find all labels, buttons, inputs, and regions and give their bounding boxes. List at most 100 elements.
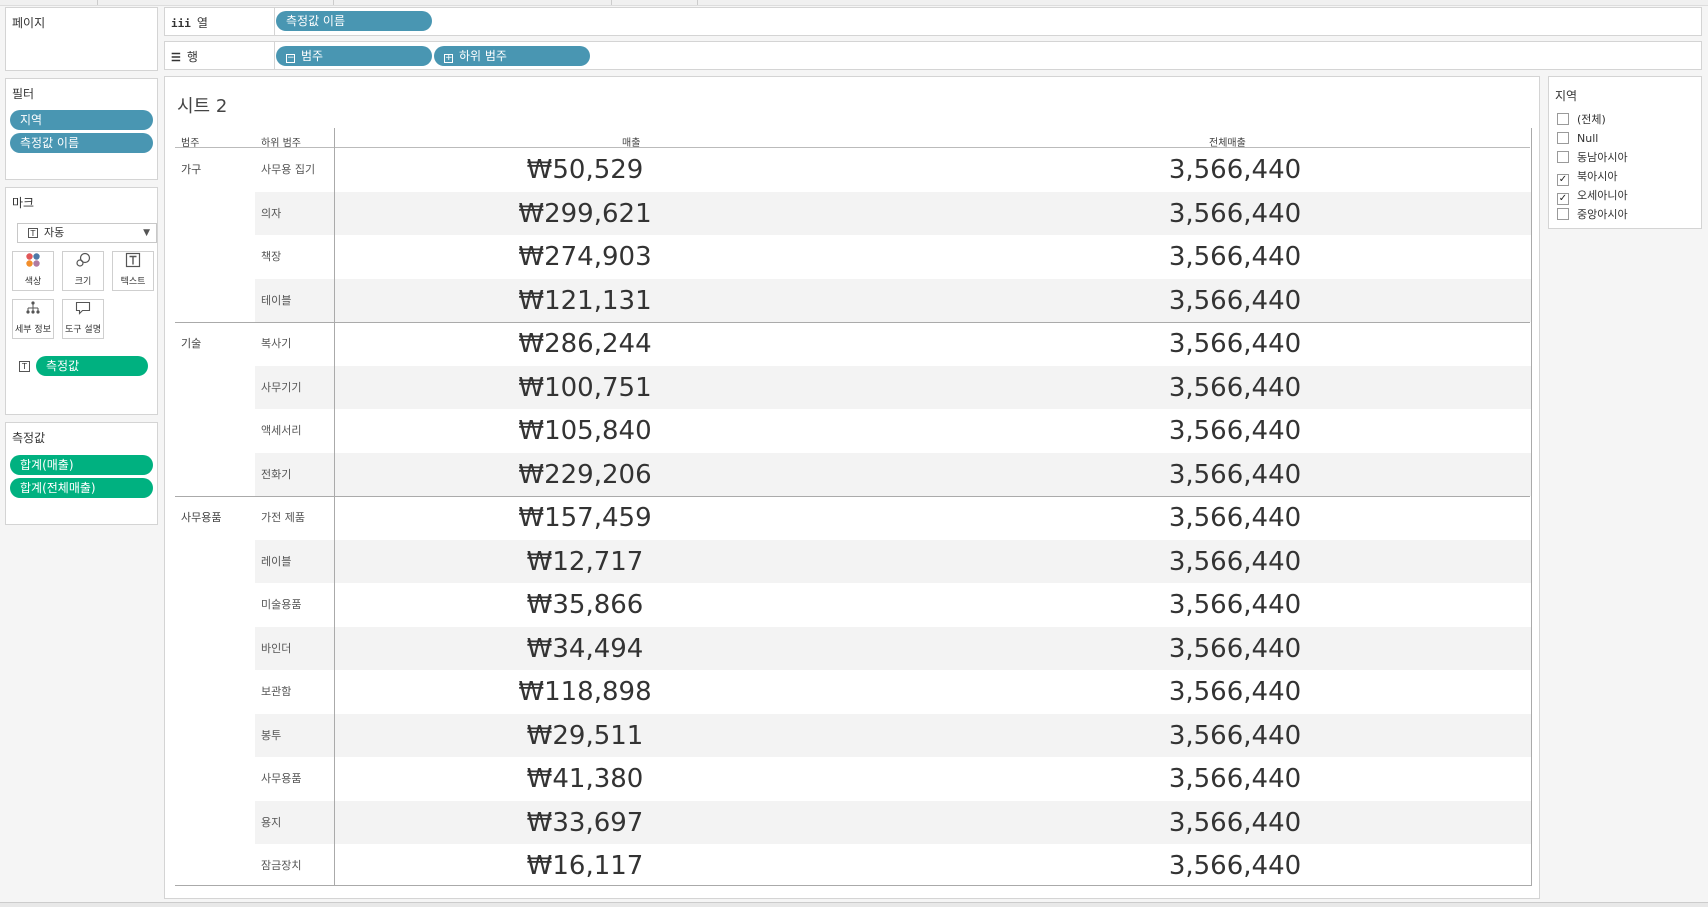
subcategory-cell[interactable]: 사무용 집기 <box>261 148 315 192</box>
columns-pill-measure-names[interactable]: 측정값 이름 <box>276 11 432 31</box>
subcategory-cell[interactable]: 테이블 <box>261 279 291 323</box>
table-row[interactable]: 전화기 ₩229,206 3,566,440 <box>165 452 1531 497</box>
table-row[interactable]: 의자 ₩299,621 3,566,440 <box>165 191 1531 236</box>
table-row[interactable]: 가구 사무용 집기 ₩50,529 3,566,440 <box>165 148 1531 192</box>
subcategory-cell[interactable]: 전화기 <box>261 453 291 497</box>
sales-value: ₩33,697 <box>526 807 644 838</box>
table-row[interactable]: 용지 ₩33,697 3,566,440 <box>165 800 1531 845</box>
measure-pill-sales[interactable]: 합계(매출) <box>10 455 153 475</box>
strip-divider <box>97 0 98 5</box>
subcategory-cell[interactable]: 가전 제품 <box>261 496 305 540</box>
filter-pill-measure-names[interactable]: 측정값 이름 <box>10 133 153 153</box>
region-filter-item[interactable]: 동남아시아 <box>1557 150 1628 167</box>
table-row[interactable]: 기술 복사기 ₩286,244 3,566,440 <box>165 322 1531 366</box>
rows-icon: ☰ <box>171 51 181 64</box>
region-filter-label: 중앙아시아 <box>1577 208 1628 221</box>
sales-value: ₩100,751 <box>518 372 652 403</box>
region-filter-item[interactable]: 중앙아시아 <box>1557 207 1628 224</box>
checkbox-unchecked-icon[interactable] <box>1557 151 1569 163</box>
row-band <box>255 539 1531 583</box>
subcategory-cell[interactable]: 보관함 <box>261 670 291 714</box>
text-t-icon <box>113 252 153 274</box>
tooltip-button[interactable]: 도구 설명 <box>62 299 104 339</box>
pages-title: 페이지 <box>12 16 46 30</box>
table-row[interactable]: 사무기기 ₩100,751 3,566,440 <box>165 365 1531 410</box>
filters-card: 필터 지역 측정값 이름 <box>5 78 158 180</box>
subcategory-cell[interactable]: 레이블 <box>261 540 291 584</box>
table-row[interactable]: 잠금장치 ₩16,117 3,566,440 <box>165 844 1531 888</box>
subcategory-cell[interactable]: 사무기기 <box>261 366 301 410</box>
strip-divider <box>333 0 334 5</box>
checkbox-unchecked-icon[interactable] <box>1557 113 1569 125</box>
color-button[interactable]: 색상 <box>12 251 54 291</box>
region-filter-label: Null <box>1577 132 1599 145</box>
checkbox-unchecked-icon[interactable] <box>1557 132 1569 144</box>
rows-shelf[interactable]: ☰ 행 − 범주 + 하위 범주 <box>164 41 1702 70</box>
measure-values-title: 측정값 <box>12 431 46 445</box>
table-row[interactable]: 테이블 ₩121,131 3,566,440 <box>165 278 1531 323</box>
table-row[interactable]: 사무용품 가전 제품 ₩157,459 3,566,440 <box>165 496 1531 540</box>
subcategory-cell[interactable]: 잠금장치 <box>261 844 301 888</box>
table-row[interactable]: 바인더 ₩34,494 3,566,440 <box>165 626 1531 671</box>
rows-shelf-label: ☰ 행 <box>171 48 271 65</box>
total-sales-value: 3,566,440 <box>1168 677 1302 707</box>
subcategory-cell[interactable]: 액세서리 <box>261 409 301 453</box>
text-button[interactable]: 텍스트 <box>112 251 154 291</box>
table-row[interactable]: 사무용품 ₩41,380 3,566,440 <box>165 757 1531 801</box>
collapse-minus-icon[interactable]: − <box>286 54 295 63</box>
detail-button[interactable]: 세부 정보 <box>12 299 54 339</box>
category-cell[interactable]: 기술 <box>181 335 201 351</box>
total-sales-value: 3,566,440 <box>1168 416 1302 446</box>
table-row[interactable]: 미술용품 ₩35,866 3,566,440 <box>165 583 1531 627</box>
subcategory-cell[interactable]: 복사기 <box>261 322 291 366</box>
subcategory-cell[interactable]: 미술용품 <box>261 583 301 627</box>
mark-type-dropdown[interactable]: T 자동 ▼ <box>17 223 157 243</box>
sales-value: ₩121,131 <box>518 285 652 316</box>
text-encoding-icon: T <box>19 361 30 372</box>
table-row[interactable]: 보관함 ₩118,898 3,566,440 <box>165 670 1531 714</box>
strip-divider <box>697 0 698 5</box>
region-filter-label: 동남아시아 <box>1577 151 1628 164</box>
top-toolbar-strip <box>0 0 1708 6</box>
subcategory-cell[interactable]: 책장 <box>261 235 281 279</box>
sales-value: ₩29,511 <box>526 720 644 751</box>
measure-pill-total-sales[interactable]: 합계(전체매출) <box>10 478 153 498</box>
table-row[interactable]: 봉투 ₩29,511 3,566,440 <box>165 713 1531 758</box>
subcategory-cell[interactable]: 용지 <box>261 801 281 845</box>
worksheet-view[interactable]: 시트 2 범주 하위 범주 매출 전체매출 가구 사무용 집기 ₩50,529 3,5… <box>164 76 1540 899</box>
subcategory-cell[interactable]: 바인더 <box>261 627 291 671</box>
subcategory-cell[interactable]: 봉투 <box>261 714 281 758</box>
table-bottom-rule <box>175 885 1532 886</box>
total-sales-value: 3,566,440 <box>1168 633 1302 664</box>
sheet-tabs-bar <box>0 902 1708 907</box>
table-row[interactable]: 액세서리 ₩105,840 3,566,440 <box>165 409 1531 453</box>
checkbox-checked-icon[interactable]: ✓ <box>1557 174 1569 186</box>
subcategory-cell[interactable]: 의자 <box>261 192 281 236</box>
category-cell[interactable]: 가구 <box>181 161 201 177</box>
rows-pill-category[interactable]: − 범주 <box>276 46 432 66</box>
pages-card[interactable]: 페이지 <box>5 7 158 71</box>
sales-value: ₩157,459 <box>518 503 652 533</box>
region-filter-item[interactable]: ✓ 오세아니아 <box>1557 188 1628 205</box>
region-filter-item[interactable]: ✓ 북아시아 <box>1557 169 1617 186</box>
size-button[interactable]: 크기 <box>62 251 104 291</box>
marks-text-pill[interactable]: 측정값 <box>36 356 148 376</box>
table-row[interactable]: 레이블 ₩12,717 3,566,440 <box>165 539 1531 584</box>
checkbox-unchecked-icon[interactable] <box>1557 208 1569 220</box>
region-filter-item[interactable]: Null <box>1557 131 1598 148</box>
columns-shelf[interactable]: iii 열 측정값 이름 <box>164 7 1702 36</box>
expand-plus-icon[interactable]: + <box>444 54 453 63</box>
checkbox-checked-icon[interactable]: ✓ <box>1557 193 1569 205</box>
rows-pill-subcategory[interactable]: + 하위 범주 <box>434 46 590 66</box>
size-button-label: 크기 <box>74 277 92 287</box>
subcategory-cell[interactable]: 사무용품 <box>261 757 301 801</box>
category-cell[interactable]: 사무용품 <box>181 509 221 525</box>
total-sales-value: 3,566,440 <box>1168 285 1302 316</box>
shelf-divider <box>274 8 275 35</box>
table-row[interactable]: 책장 ₩274,903 3,566,440 <box>165 235 1531 279</box>
size-circles-icon <box>63 252 103 274</box>
region-filter-item[interactable]: (전체) <box>1557 112 1606 129</box>
total-sales-value: 3,566,440 <box>1168 372 1302 403</box>
sales-value: ₩299,621 <box>518 198 652 229</box>
filter-pill-region[interactable]: 지역 <box>10 110 153 130</box>
